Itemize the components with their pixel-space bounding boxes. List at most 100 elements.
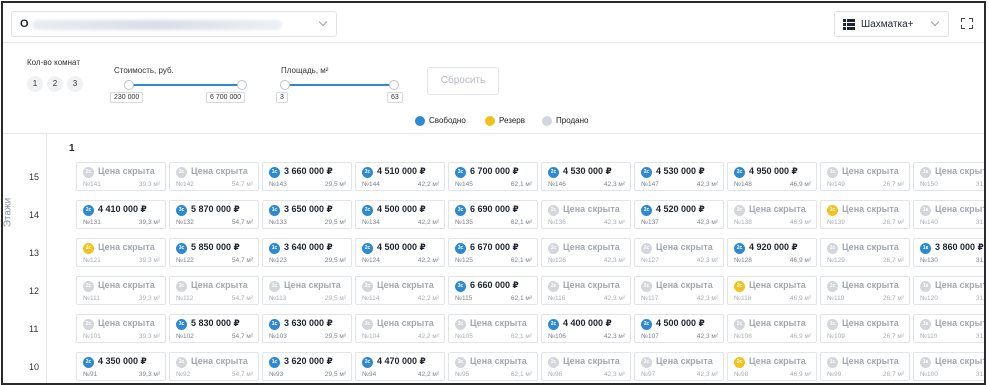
apartment-price: 5 850 000 ₽ <box>191 242 240 252</box>
rooms-filter-1[interactable]: 1 <box>27 76 43 92</box>
apartment-cell[interactable]: 2с 4 920 000 ₽ №128 46,9 м² <box>727 238 817 267</box>
apartment-price: Цена скрыта <box>842 356 899 366</box>
status-free-dot <box>415 116 425 126</box>
rooms-badge: 2с <box>641 167 652 178</box>
area-max-value[interactable]: 63 <box>387 92 403 103</box>
apartment-cell[interactable]: 2с 4 500 000 ₽ №107 42,3 м² <box>634 314 724 343</box>
rooms-badge: 2с <box>548 205 559 216</box>
apartment-cell[interactable]: 1к Цена скрыта №120 31,6 м² <box>913 276 984 305</box>
status-sold-dot <box>542 116 552 126</box>
apartment-cell[interactable]: 1с Цена скрыта №99 26,7 м² <box>820 352 910 381</box>
project-select[interactable]: О <box>11 11 337 37</box>
apartment-cell[interactable]: 2с Цена скрыта №114 42,2 м² <box>355 276 445 305</box>
price-slider-min-handle[interactable] <box>124 80 134 90</box>
price-max-value[interactable]: 6 700 000 <box>206 92 246 103</box>
apartment-cell[interactable]: 1к Цена скрыта №100 31,6 м² <box>913 352 984 381</box>
apartment-cell[interactable]: 3с Цена скрыта №92 54,7 м² <box>169 352 259 381</box>
apartment-cell[interactable]: 2с Цена скрыта №121 39,3 м² <box>76 238 166 267</box>
apartment-cell[interactable]: 3с 6 700 000 ₽ №145 62,1 м² <box>448 162 538 191</box>
apartment-cell[interactable]: 1к 3 860 000 ₽ №130 31,6 м² <box>913 238 984 267</box>
apartment-cell[interactable]: 2с 4 470 000 ₽ №94 42,2 м² <box>355 352 445 381</box>
apartment-cell[interactable]: 3с Цена скрыта №95 62,1 м² <box>448 352 538 381</box>
apartment-cell[interactable]: 2с 4 510 000 ₽ №144 42,2 м² <box>355 162 445 191</box>
apartment-cell[interactable]: 1с 3 640 000 ₽ №123 29,5 м² <box>262 238 352 267</box>
rooms-filter-3[interactable]: 3 <box>67 76 83 92</box>
apartment-cell[interactable]: 2с 4 520 000 ₽ №137 42,3 м² <box>634 200 724 229</box>
apartment-cell[interactable]: 3с 5 870 000 ₽ №132 54,7 м² <box>169 200 259 229</box>
apartment-cell[interactable]: 1с 3 630 000 ₽ №103 29,5 м² <box>262 314 352 343</box>
apartment-cell[interactable]: 2с Цена скрыта №111 39,3 м² <box>76 276 166 305</box>
apartment-number: №114 <box>362 295 380 302</box>
apartment-cell[interactable]: 2с Цена скрыта №96 42,3 м² <box>541 352 631 381</box>
apartment-cell[interactable]: 1с 3 620 000 ₽ №93 29,5 м² <box>262 352 352 381</box>
apartment-cell[interactable]: 2с Цена скрыта №138 46,9 м² <box>727 200 817 229</box>
apartment-cell[interactable]: 1с Цена скрыта №109 26,7 м² <box>820 314 910 343</box>
apartment-cell[interactable]: 2с Цена скрыта №108 46,9 м² <box>727 314 817 343</box>
apartment-cell[interactable]: 1с Цена скрыта №129 26,7 м² <box>820 238 910 267</box>
apartment-cell[interactable]: 1с Цена скрыта №119 26,7 м² <box>820 276 910 305</box>
fullscreen-icon[interactable] <box>956 11 978 37</box>
price-slider-max-handle[interactable] <box>237 80 247 90</box>
apartment-price: 6 670 000 ₽ <box>470 242 519 252</box>
apartment-cell[interactable]: 1с Цена скрыта №139 26,7 м² <box>820 200 910 229</box>
rooms-badge: 1к <box>920 281 931 292</box>
apartment-cell[interactable]: 2с Цена скрыта №97 42,3 м² <box>634 352 724 381</box>
rooms-filter-2[interactable]: 2 <box>47 76 63 92</box>
apartment-cell[interactable]: 2с 4 350 000 ₽ №91 39,3 м² <box>76 352 166 381</box>
legend-sold-label: Продано <box>556 116 589 125</box>
apartment-cell[interactable]: 3с 6 690 000 ₽ №135 62,1 м² <box>448 200 538 229</box>
apartment-cell[interactable]: 3с 6 660 000 ₽ №115 62,1 м² <box>448 276 538 305</box>
apartment-cell[interactable]: 3с 6 670 000 ₽ №125 62,1 м² <box>448 238 538 267</box>
apartment-cell[interactable]: 2с 4 530 000 ₽ №147 42,3 м² <box>634 162 724 191</box>
apartment-cell[interactable]: 2с Цена скрыта №126 42,3 м² <box>541 238 631 267</box>
apartment-area: 42,2 м² <box>417 181 439 188</box>
apartment-cell[interactable]: 2с 4 500 000 ₽ №124 42,2 м² <box>355 238 445 267</box>
rooms-badge: 2с <box>548 167 559 178</box>
rooms-badge: 1с <box>269 205 280 216</box>
apartment-cell[interactable]: 1с 3 660 000 ₽ №143 29,5 м² <box>262 162 352 191</box>
rooms-badge: 2с <box>362 319 373 330</box>
apartment-cell[interactable]: 3с Цена скрыта №142 54,7 м² <box>169 162 259 191</box>
apartment-cell[interactable]: 2с Цена скрыта №141 39,3 м² <box>76 162 166 191</box>
floor-number: 12 <box>29 286 40 296</box>
reset-filters-button[interactable]: Сбросить <box>427 67 499 95</box>
apartment-area: 31,6 м² <box>975 219 985 226</box>
apartment-cell[interactable]: 1к Цена скрыта №110 31,6 м² <box>913 314 984 343</box>
rooms-badge: 2с <box>362 357 373 368</box>
rooms-badge: 1с <box>269 243 280 254</box>
apartment-cell[interactable]: 2с Цена скрыта №117 42,3 м² <box>634 276 724 305</box>
apartment-cell[interactable]: 3с 5 830 000 ₽ №102 54,7 м² <box>169 314 259 343</box>
apartment-cell[interactable]: 2с Цена скрыта №116 42,3 м² <box>541 276 631 305</box>
apartment-price: 3 630 000 ₽ <box>284 318 333 328</box>
apartment-number: №142 <box>176 181 194 188</box>
apartment-cell[interactable]: 2с Цена скрыта №104 42,2 м² <box>355 314 445 343</box>
view-mode-select[interactable]: Шахматка+ <box>834 11 949 37</box>
apartment-cell[interactable]: 1с 3 650 000 ₽ №133 29,5 м² <box>262 200 352 229</box>
area-slider-max-handle[interactable] <box>389 80 399 90</box>
area-slider-min-handle[interactable] <box>280 80 290 90</box>
apartment-cell[interactable]: 3с Цена скрыта №112 54,7 м² <box>169 276 259 305</box>
apartment-cell[interactable]: 2с Цена скрыта №118 46,9 м² <box>727 276 817 305</box>
apartment-area: 42,3 м² <box>603 219 625 226</box>
apartment-price: Цена скрыта <box>284 280 341 290</box>
area-min-value[interactable]: 3 <box>276 92 288 103</box>
apartment-cell[interactable]: 2с 4 400 000 ₽ №106 42,3 м² <box>541 314 631 343</box>
apartment-cell[interactable]: 2с Цена скрыта №101 39,3 м² <box>76 314 166 343</box>
apartment-cell[interactable]: 2с 4 410 000 ₽ №131 39,3 м² <box>76 200 166 229</box>
apartment-cell[interactable]: 2с Цена скрыта №98 46,9 м² <box>727 352 817 381</box>
apartment-cell[interactable]: 1с Цена скрыта №149 26,7 м² <box>820 162 910 191</box>
rooms-badge: 3с <box>455 281 466 292</box>
apartment-cell[interactable]: 2с 4 950 000 ₽ №148 46,9 м² <box>727 162 817 191</box>
apartment-cell[interactable]: 1к Цена скрыта №150 31,6 м² <box>913 162 984 191</box>
apartment-cell[interactable]: 3с Цена скрыта №105 62,1 м² <box>448 314 538 343</box>
apartment-cell[interactable]: 1с Цена скрыта №113 29,5 м² <box>262 276 352 305</box>
apartment-cell[interactable]: 2с 4 500 000 ₽ №134 42,2 м² <box>355 200 445 229</box>
apartment-cell[interactable]: 2с 4 530 000 ₽ №146 42,3 м² <box>541 162 631 191</box>
apartment-cell[interactable]: 2с Цена скрыта №127 42,3 м² <box>634 238 724 267</box>
apartment-price: 5 870 000 ₽ <box>191 204 240 214</box>
apartment-cell[interactable]: 3с 5 850 000 ₽ №122 54,7 м² <box>169 238 259 267</box>
apartment-cell[interactable]: 1к Цена скрыта №140 31,6 м² <box>913 200 985 229</box>
price-min-value[interactable]: 230 000 <box>110 92 144 103</box>
apartment-area: 42,3 м² <box>603 295 625 302</box>
apartment-cell[interactable]: 2с Цена скрыта №136 42,3 м² <box>541 200 631 229</box>
